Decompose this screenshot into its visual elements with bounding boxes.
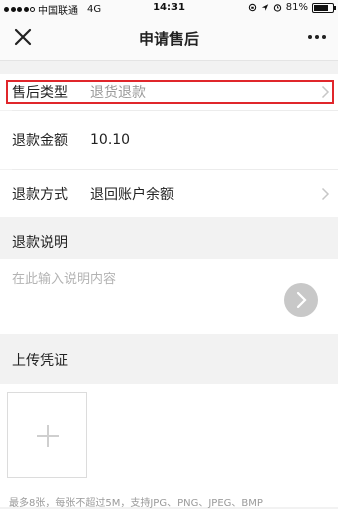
refund-amount-value: 10.10	[90, 132, 131, 148]
battery-percent: 81%	[285, 2, 308, 13]
refund-note-header: 退款说明	[0, 224, 338, 259]
after-sale-type-label: 售后类型	[12, 85, 68, 101]
upload-header: 上传凭证	[0, 340, 338, 380]
status-right: 81%	[248, 2, 336, 13]
chevron-right-icon	[321, 85, 330, 99]
refund-method-row[interactable]: 退款方式 退回账户余额	[0, 170, 338, 217]
upload-title: 上传凭证	[12, 353, 68, 369]
page-title: 申请售后	[138, 30, 199, 48]
refund-note-title: 退款说明	[12, 234, 68, 251]
submit-button[interactable]	[284, 283, 318, 317]
lock-rotation-icon	[248, 3, 256, 12]
refund-method-label: 退款方式	[12, 186, 68, 203]
location-arrow-icon	[261, 4, 268, 11]
refund-method-value: 退回账户余额	[90, 186, 174, 203]
refund-amount-label: 退款金额	[12, 133, 68, 149]
navbar: 申请售后	[0, 16, 338, 61]
refund-amount-row: 退款金额 10.10	[0, 111, 338, 169]
chevron-right-icon	[296, 291, 307, 309]
refund-note-placeholder: 在此输入说明内容	[12, 272, 117, 287]
status-bar: 中国联通 4G 14:31 81%	[0, 0, 338, 17]
refund-note-input[interactable]: 在此输入说明内容	[0, 259, 338, 334]
chevron-right-icon	[321, 187, 330, 200]
plus-icon	[37, 425, 59, 447]
after-sale-type-row[interactable]: 售后类型 退货退款	[0, 74, 338, 110]
upload-area: 最多8张，每张不超过5M，支持JPG、PNG、JPEG、BMP	[0, 384, 338, 509]
add-image-button[interactable]	[7, 392, 87, 478]
battery-icon	[312, 2, 336, 13]
after-sale-type-value: 退货退款	[90, 85, 146, 101]
alarm-icon	[273, 4, 281, 12]
more-options-icon[interactable]	[306, 26, 328, 48]
